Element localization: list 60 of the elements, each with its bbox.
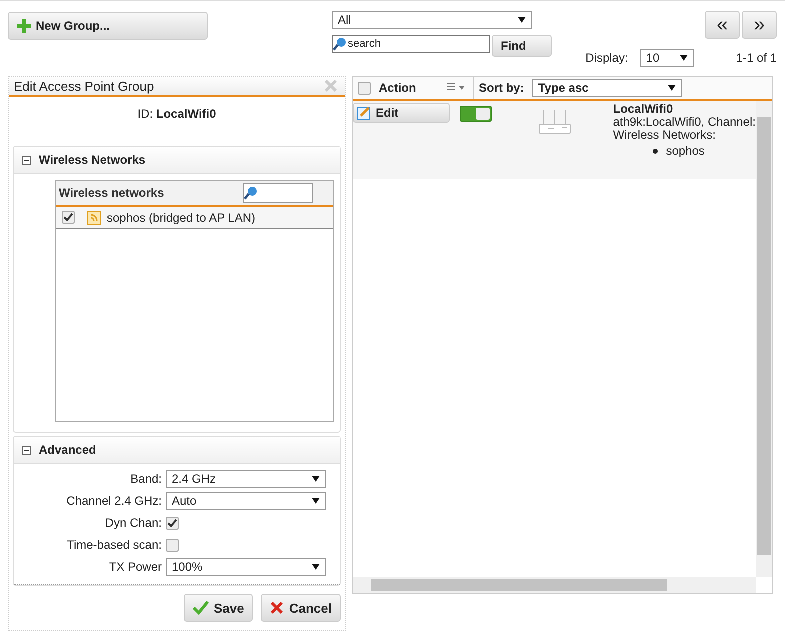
filter-field[interactable]: [243, 183, 313, 203]
search-field[interactable]: search: [332, 35, 490, 53]
collapse-toggle[interactable]: [22, 156, 31, 164]
bullet-icon: [653, 148, 658, 154]
new-group-button[interactable]: New Group...: [8, 12, 208, 40]
caret-icon: [312, 476, 320, 482]
section-title: Wireless Networks: [39, 153, 146, 167]
checkbox[interactable]: [166, 516, 179, 530]
display-label: Display:: [586, 51, 628, 65]
field-label: Band:: [130, 472, 162, 486]
dropdown[interactable]: 2.4 GHz: [166, 470, 326, 488]
checkbox[interactable]: [62, 211, 75, 224]
save-button[interactable]: Save: [184, 594, 254, 622]
caret-icon: [680, 55, 688, 61]
field-label: Dyn Chan:: [104, 516, 162, 530]
dropdown[interactable]: Auto: [166, 492, 326, 510]
close-icon: [270, 601, 284, 615]
id-text: ID: LocalWifi0: [136, 107, 218, 121]
find-button[interactable]: Find: [492, 35, 552, 57]
networks-label: Wireless Networks:: [613, 129, 717, 142]
plus-icon: [17, 19, 31, 33]
device-detail: ath9k:LocalWifi0, Channel:: [613, 116, 756, 129]
field-label: Channel 2.4 GHz:: [66, 494, 162, 508]
panel-title: Edit Access Point Group: [14, 78, 154, 94]
caret-icon: [668, 85, 676, 91]
edit-icon: [357, 106, 371, 120]
caret-icon: [312, 564, 320, 570]
checkbox[interactable]: [358, 82, 371, 94]
checkbox[interactable]: [166, 538, 179, 552]
vertical-scrollbar[interactable]: [756, 101, 772, 577]
search-icon: [244, 186, 258, 200]
network-name: sophos: [666, 144, 705, 158]
sort-select[interactable]: Type asc: [532, 79, 682, 97]
access-point-icon: [538, 109, 572, 135]
network-label: sophos (bridged to AP LAN): [107, 210, 256, 224]
dropdown[interactable]: 100%: [166, 558, 326, 576]
caret-icon: [312, 498, 320, 504]
column-title: Action: [379, 81, 418, 95]
search-icon: [333, 37, 347, 51]
section-title: Advanced: [39, 443, 96, 457]
next-page-button[interactable]: »: [742, 11, 777, 39]
collapse-toggle[interactable]: [22, 446, 31, 454]
field-label: Time-based scan:: [66, 538, 162, 552]
horizontal-scrollbar[interactable]: [353, 577, 756, 593]
device-name: LocalWifi0: [613, 103, 674, 116]
field-label: TX Power: [108, 560, 162, 574]
wifi-icon: [87, 210, 101, 224]
cancel-button[interactable]: Cancel: [261, 594, 341, 622]
edit-button[interactable]: Edit: [353, 103, 450, 123]
filter-select[interactable]: All: [332, 11, 532, 29]
result-count: 1-1 of 1: [736, 51, 777, 65]
previous-page-button[interactable]: «: [705, 11, 740, 39]
list-menu-icon[interactable]: [447, 83, 467, 93]
toggle-switch[interactable]: [460, 106, 492, 122]
caret-icon: [518, 17, 526, 23]
display-select[interactable]: 10: [640, 49, 694, 67]
network-item[interactable]: sophos (bridged to AP LAN): [56, 207, 333, 229]
check-icon: [192, 601, 209, 615]
sort-label: Sort by:: [479, 81, 524, 95]
list-title: Wireless networks: [59, 186, 164, 200]
